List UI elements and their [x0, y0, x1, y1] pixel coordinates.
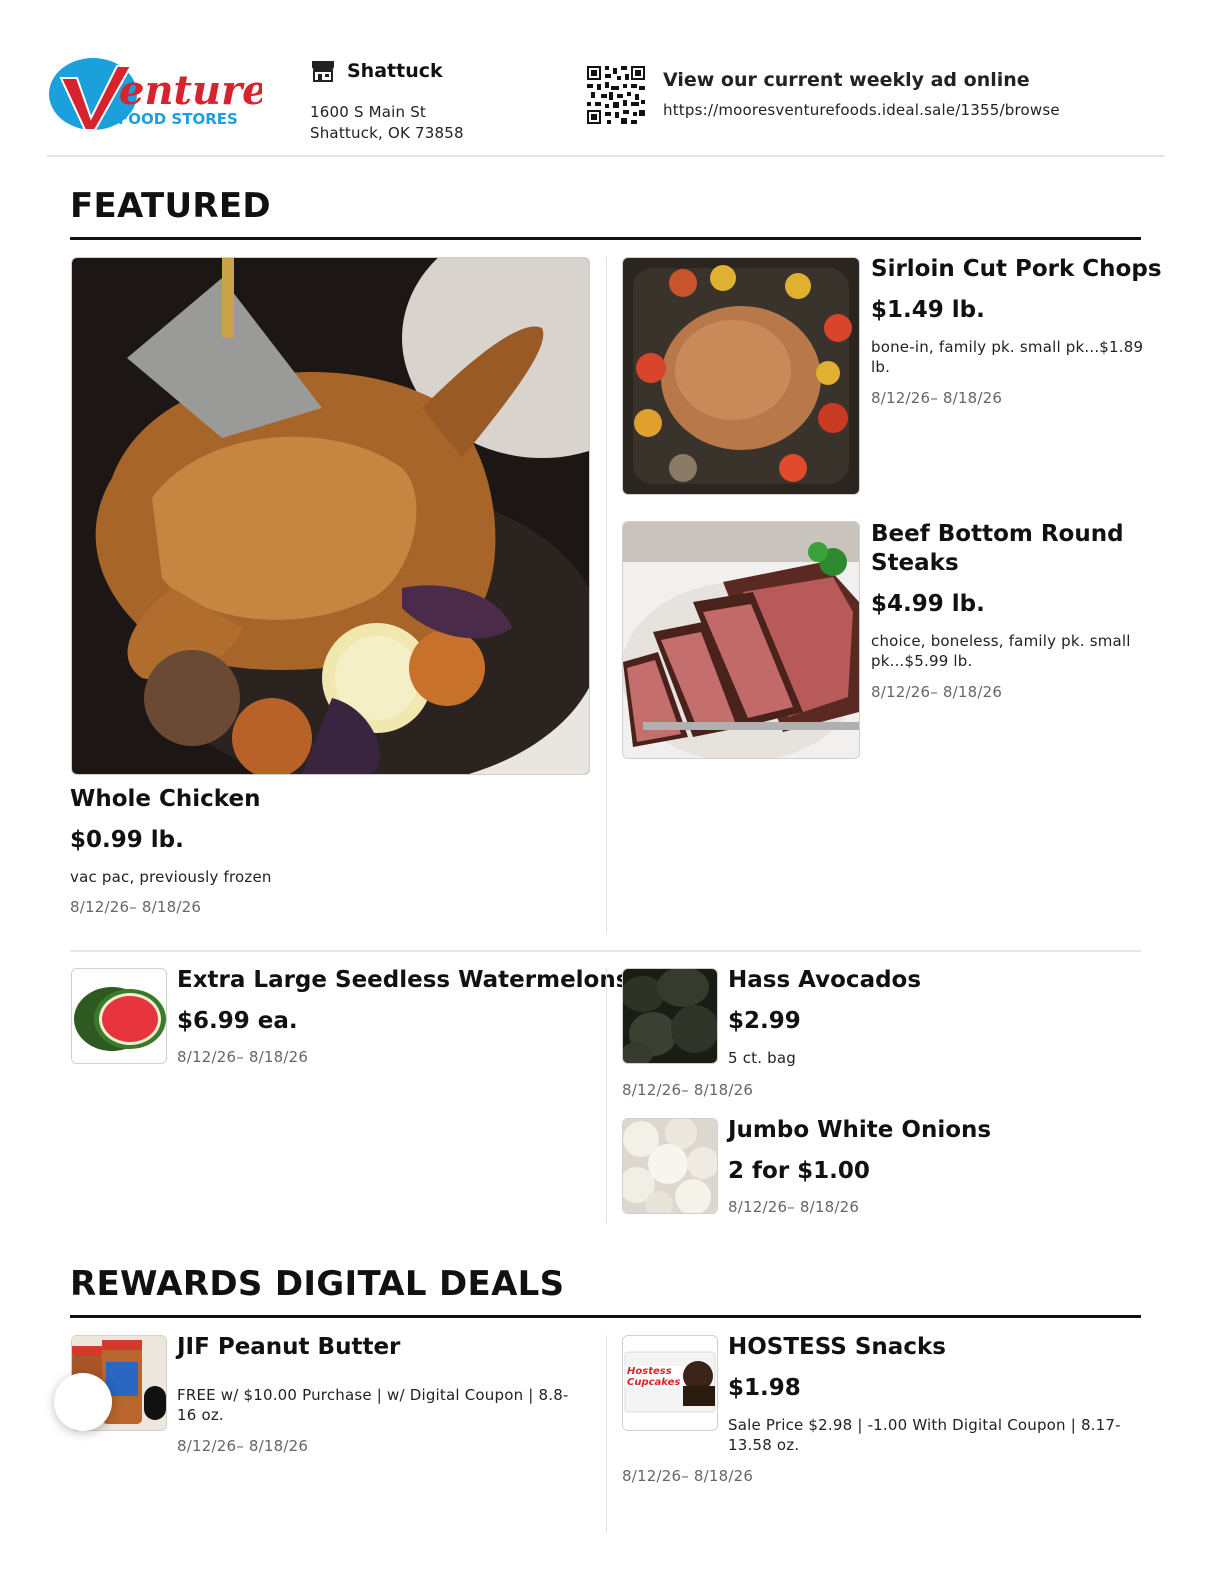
avocados-date: 8/12/26– 8/18/26: [622, 1081, 754, 1099]
onions-image[interactable]: [622, 1118, 718, 1214]
rewards-section-title: REWARDS DIGITAL DEALS: [70, 1264, 565, 1304]
store-icon: [312, 61, 334, 82]
hostess-date: 8/12/26– 8/18/26: [622, 1467, 754, 1485]
jif-date: 8/12/26– 8/18/26: [177, 1437, 309, 1455]
beef-steaks-desc: choice, boneless, family pk. small pk...…: [871, 632, 1131, 670]
beef-steaks-image[interactable]: [622, 521, 860, 759]
hostess-desc: Sale Price $2.98 | -1.00 With Digital Co…: [728, 1416, 1121, 1454]
hostess-name: HOSTESS Snacks: [728, 1334, 946, 1360]
beef-steaks-date: 8/12/26– 8/18/26: [871, 683, 1003, 701]
weekly-ad-title: View our current weekly ad online: [663, 69, 1030, 91]
watermelon-price: $6.99 ea.: [177, 1008, 298, 1034]
rewards-section-rule: [70, 1315, 1141, 1318]
hostess-image[interactable]: Hostess Cupcakes: [622, 1335, 718, 1431]
store-address-line2: Shattuck, OK 73858: [310, 124, 464, 142]
pork-chops-name: Sirloin Cut Pork Chops: [871, 256, 1162, 282]
floating-action-button[interactable]: [54, 1373, 112, 1431]
jif-desc: FREE w/ $10.00 Purchase | w/ Digital Cou…: [177, 1386, 569, 1424]
svg-text:enture: enture: [119, 67, 262, 114]
qr-code-icon[interactable]: [587, 66, 645, 124]
watermelon-date: 8/12/26– 8/18/26: [177, 1048, 309, 1066]
avocados-image[interactable]: [622, 968, 718, 1064]
avocados-name: Hass Avocados: [728, 967, 922, 993]
svg-text:FOOD STORES: FOOD STORES: [118, 110, 238, 128]
pork-chops-date: 8/12/26– 8/18/26: [871, 389, 1003, 407]
onions-name: Jumbo White Onions: [728, 1117, 992, 1143]
weekly-ad-link[interactable]: https://mooresventurefoods.ideal.sale/13…: [663, 101, 1060, 119]
jif-name: JIF Peanut Butter: [177, 1334, 401, 1360]
avocados-desc: 5 ct. bag: [728, 1049, 797, 1067]
onions-date: 8/12/26– 8/18/26: [728, 1198, 860, 1216]
featured-row-divider: [70, 950, 1141, 952]
beef-steaks-name: Beef Bottom Round Steaks: [871, 521, 1124, 576]
pork-chops-desc: bone-in, family pk. small pk...$1.89 lb.: [871, 338, 1144, 376]
whole-chicken-date: 8/12/26– 8/18/26: [70, 898, 202, 916]
watermelon-image[interactable]: [71, 968, 167, 1064]
rewards-column-divider: [606, 1335, 607, 1533]
produce-column-divider: [606, 968, 607, 1223]
store-address-line1: 1600 S Main St: [310, 103, 427, 121]
whole-chicken-price: $0.99 lb.: [70, 827, 184, 853]
whole-chicken-name: Whole Chicken: [70, 786, 261, 812]
header-divider: [47, 155, 1164, 157]
pork-chops-image[interactable]: [622, 257, 860, 495]
hostess-package-label: Hostess Cupcakes: [627, 1366, 681, 1388]
pork-chops-price: $1.49 lb.: [871, 297, 985, 323]
watermelon-name: Extra Large Seedless Watermelons: [177, 967, 630, 993]
venture-logo[interactable]: enture FOOD STORES: [47, 56, 262, 136]
store-name: Shattuck: [347, 60, 443, 82]
hostess-price: $1.98: [728, 1375, 801, 1401]
avocados-price: $2.99: [728, 1008, 801, 1034]
featured-section-title: FEATURED: [70, 186, 271, 226]
featured-section-rule: [70, 237, 1141, 240]
whole-chicken-desc: vac pac, previously frozen: [70, 868, 272, 886]
beef-steaks-price: $4.99 lb.: [871, 591, 985, 617]
featured-column-divider: [606, 257, 607, 934]
whole-chicken-image[interactable]: [71, 257, 590, 775]
onions-price: 2 for $1.00: [728, 1158, 870, 1184]
